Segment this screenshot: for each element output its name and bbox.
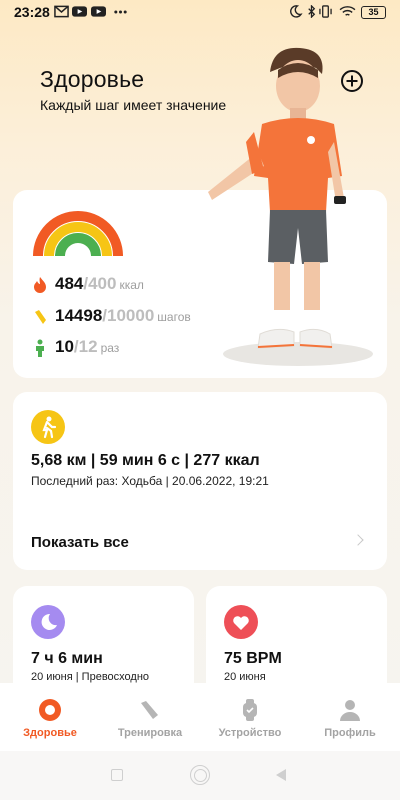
bluetooth-icon: [308, 5, 316, 18]
tab-health[interactable]: Здоровье: [0, 683, 100, 751]
battery-level: 35: [368, 7, 379, 17]
stand-unit: раз: [100, 341, 120, 355]
shoe-icon: [35, 310, 46, 324]
calories-unit: ккал: [119, 278, 144, 292]
tab-training[interactable]: Тренировка: [100, 683, 200, 751]
vibrate-icon: [319, 5, 332, 18]
workout-last: Последний раз: Ходьба | 20.06.2022, 19:2…: [31, 474, 269, 488]
tab-training-label: Тренировка: [117, 727, 183, 739]
watch-icon: [243, 699, 257, 721]
steps-value: 14498: [55, 306, 103, 325]
youtube-icon: [72, 6, 87, 17]
wifi-icon: [339, 6, 356, 16]
back-button[interactable]: [276, 769, 286, 781]
flame-icon: [34, 277, 46, 293]
person-standing-icon: [36, 339, 44, 357]
heart-rate-sub: 20 июня: [224, 671, 266, 683]
tab-profile-label: Профиль: [324, 727, 376, 739]
steps-unit: шагов: [157, 310, 191, 324]
moon-icon: [31, 605, 65, 639]
gmail-icon: [54, 5, 69, 18]
steps-stat: 14498 /10000 шагов: [33, 306, 191, 328]
tab-device[interactable]: Устройство: [200, 683, 300, 751]
status-bar: 23:28 35: [0, 0, 400, 26]
heart-rate-value: 75 BPM: [224, 650, 282, 667]
moon-icon: [290, 5, 303, 18]
stand-goal: /12: [73, 337, 98, 356]
sleep-sub: 20 июня | Превосходно: [31, 671, 150, 683]
youtube-icon: [91, 6, 106, 17]
status-time: 23:28: [14, 4, 50, 20]
walking-icon: [31, 410, 65, 444]
calories-stat: 484 /400 ккал: [33, 274, 144, 296]
page-title: Здоровье: [40, 66, 145, 92]
avatar-illustration: [208, 47, 373, 366]
calories-value: 484: [55, 274, 84, 293]
battery-indicator: 35: [361, 6, 386, 19]
tab-device-label: Устройство: [218, 727, 282, 739]
workout-summary: 5,68 км | 59 мин 6 с | 277 ккал: [31, 452, 260, 469]
bottom-tab-bar: Здоровье Тренировка Устройство Профиль: [0, 683, 400, 751]
stand-stat: 10 /12 раз: [33, 337, 119, 359]
activity-rings-gauge: [33, 211, 123, 257]
show-all-link[interactable]: Показать все: [31, 534, 129, 551]
heart-icon: [224, 605, 258, 639]
health-ring-icon: [39, 699, 61, 721]
stand-value: 10: [55, 337, 74, 356]
user-icon: [340, 700, 360, 721]
sleep-value: 7 ч 6 мин: [31, 650, 103, 667]
recents-button[interactable]: [111, 769, 123, 781]
tab-profile[interactable]: Профиль: [300, 683, 400, 751]
shoe-icon: [141, 701, 158, 719]
steps-goal: /10000: [102, 306, 155, 325]
tab-health-label: Здоровье: [23, 727, 77, 739]
home-button[interactable]: [190, 765, 210, 785]
calories-goal: /400: [83, 274, 117, 293]
more-dots-icon: [114, 10, 127, 14]
